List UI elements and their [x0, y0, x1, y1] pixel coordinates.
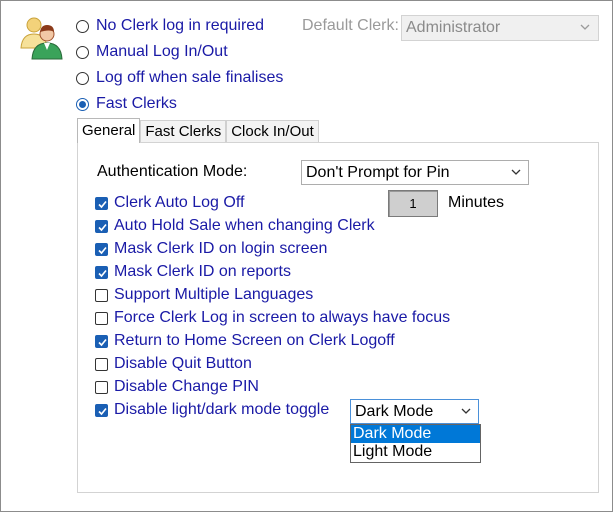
checkbox-unchecked[interactable]	[95, 288, 108, 302]
option-return-home-on-logoff[interactable]: Return to Home Screen on Clerk Logoff	[95, 331, 395, 351]
option-label: Clerk Auto Log Off	[114, 194, 245, 211]
checkbox-checked[interactable]	[95, 265, 108, 279]
option-disable-mode-toggle[interactable]: Disable light/dark mode toggle	[95, 400, 329, 420]
checkbox-unchecked[interactable]	[95, 380, 108, 394]
option-label: Mask Clerk ID on login screen	[114, 240, 328, 257]
chevron-down-icon	[461, 408, 471, 414]
checkbox-unchecked[interactable]	[95, 311, 108, 325]
option-label: Support Multiple Languages	[114, 286, 314, 303]
default-clerk-select[interactable]: Administrator	[401, 15, 599, 41]
option-label: Disable Change PIN	[114, 378, 259, 395]
option-label: Return to Home Screen on Clerk Logoff	[114, 332, 395, 349]
option-auto-hold-sale[interactable]: Auto Hold Sale when changing Clerk	[95, 216, 375, 236]
radio-label: Log off when sale finalises	[96, 69, 284, 86]
default-clerk-label: Default Clerk:	[302, 17, 399, 34]
option-clerk-auto-log-off[interactable]: Clerk Auto Log Off	[95, 193, 244, 213]
radio-circle[interactable]	[76, 19, 89, 33]
auth-mode-label: Authentication Mode:	[97, 163, 248, 180]
radio-logoff-on-sale[interactable]: Log off when sale finalises	[76, 67, 283, 89]
radio-label: No Clerk log in required	[96, 17, 265, 34]
checkbox-checked[interactable]	[95, 242, 108, 256]
auth-mode-select[interactable]: Don't Prompt for Pin	[301, 160, 529, 185]
option-force-login-focus[interactable]: Force Clerk Log in screen to always have…	[95, 308, 450, 328]
tab-bar: General Fast Clerks Clock In/Out	[77, 118, 319, 143]
users-icon	[17, 14, 67, 62]
checkbox-checked[interactable]	[95, 334, 108, 348]
auth-mode-value: Don't Prompt for Pin	[306, 163, 450, 181]
chevron-down-icon	[580, 24, 590, 30]
radio-circle[interactable]	[76, 45, 89, 59]
minutes-label: Minutes	[448, 194, 505, 211]
tab-fast-clerks[interactable]: Fast Clerks	[140, 120, 227, 143]
tab-clock-in-out[interactable]: Clock In/Out	[226, 120, 319, 143]
radio-fast-clerks[interactable]: Fast Clerks	[76, 93, 177, 115]
dropdown-option-dark-mode[interactable]: Dark Mode	[351, 425, 480, 443]
chevron-down-icon	[511, 169, 521, 175]
option-label: Mask Clerk ID on reports	[114, 263, 291, 280]
minutes-input[interactable]: 1	[388, 190, 438, 217]
checkbox-checked[interactable]	[95, 219, 108, 233]
dropdown-option-light-mode[interactable]: Light Mode	[351, 443, 480, 461]
checkbox-unchecked[interactable]	[95, 357, 108, 371]
option-label: Disable light/dark mode toggle	[114, 401, 330, 418]
default-clerk-value: Administrator	[406, 19, 501, 36]
option-mask-clerk-id-reports[interactable]: Mask Clerk ID on reports	[95, 262, 291, 282]
mode-select[interactable]: Dark Mode	[350, 399, 479, 424]
radio-no-clerk-login[interactable]: No Clerk log in required	[76, 15, 264, 37]
option-disable-change-pin[interactable]: Disable Change PIN	[95, 377, 259, 397]
option-label: Disable Quit Button	[114, 355, 252, 372]
radio-manual-login[interactable]: Manual Log In/Out	[76, 41, 228, 63]
mode-select-value: Dark Mode	[355, 402, 434, 420]
radio-circle[interactable]	[76, 71, 89, 85]
radio-label: Manual Log In/Out	[96, 43, 228, 60]
tab-general[interactable]: General	[77, 118, 141, 143]
checkbox-checked[interactable]	[95, 403, 108, 417]
radio-circle-checked[interactable]	[76, 97, 89, 111]
option-label: Force Clerk Log in screen to always have…	[114, 309, 451, 326]
option-disable-quit-button[interactable]: Disable Quit Button	[95, 354, 252, 374]
checkbox-checked[interactable]	[95, 196, 108, 210]
radio-label: Fast Clerks	[96, 95, 177, 112]
option-multiple-languages[interactable]: Support Multiple Languages	[95, 285, 313, 305]
mode-dropdown-list: Dark Mode Light Mode	[350, 424, 481, 463]
option-label: Auto Hold Sale when changing Clerk	[114, 217, 375, 234]
option-mask-clerk-id-login[interactable]: Mask Clerk ID on login screen	[95, 239, 327, 259]
